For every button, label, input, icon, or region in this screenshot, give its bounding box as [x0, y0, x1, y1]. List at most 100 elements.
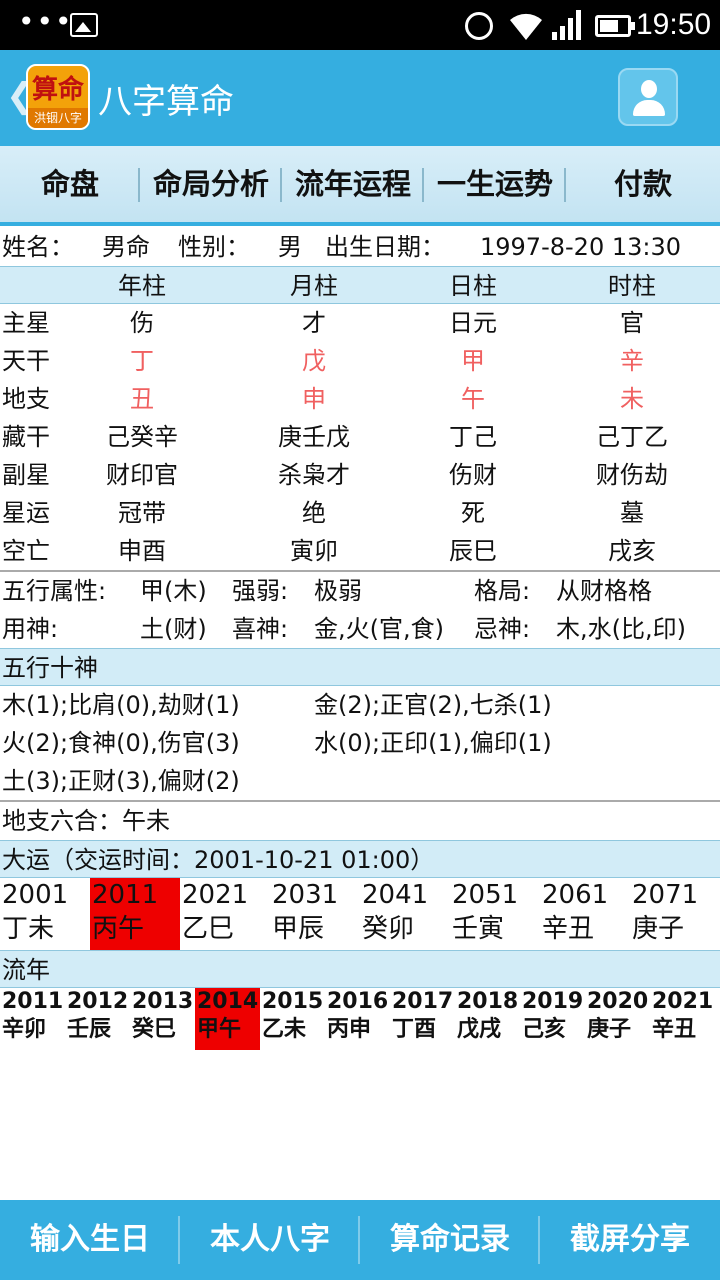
pillar-cell: 伤 [130, 309, 154, 337]
wuxing-entry: 水(0);正印(1),偏印(1) [314, 729, 552, 757]
hour-pillar-header: 时柱 [608, 272, 656, 300]
wuxing-entry: 木(1);比肩(0),劫财(1) [2, 691, 240, 719]
yongshen-value: 土(财) [140, 615, 207, 643]
dayun-year: 2001 [2, 880, 69, 910]
liunian-ganzhi: 丁酉 [392, 1017, 437, 1042]
tab-lifetime-fortune[interactable]: 一生运势 [424, 146, 566, 222]
dayun-item[interactable]: 2031 甲辰 [270, 878, 360, 950]
liunian-year: 2016 [327, 989, 389, 1014]
tab-payment[interactable]: 付款 [566, 146, 720, 222]
xishen-value: 金,火(官,食) [314, 615, 444, 643]
strength-label: 强弱: [232, 577, 289, 605]
liunian-item[interactable]: 2015 乙未 [260, 988, 325, 1050]
liunian-item[interactable]: 2019 己亥 [520, 988, 585, 1050]
pillar-row-label: 主星 [2, 309, 50, 337]
pillar-cell: 申 [302, 385, 326, 413]
pillar-cell: 日元 [449, 309, 497, 337]
pillar-cell: 财伤劫 [596, 461, 668, 489]
pillar-cell: 庚壬戊 [278, 423, 350, 451]
wuxing-entry: 土(3);正财(3),偏财(2) [2, 767, 240, 795]
liunian-ganzhi: 丙申 [327, 1017, 372, 1042]
tab-mingpan[interactable]: 命盘 [0, 146, 140, 222]
app-logo[interactable]: 算命 洪铟八字 [26, 64, 90, 130]
dayun-item[interactable]: 2001 丁未 [0, 878, 90, 950]
screenshot-share-button[interactable]: 截屏分享 [540, 1200, 720, 1280]
liunian-item[interactable]: 2011 辛卯 [0, 988, 65, 1050]
liunian-title: 流年 [0, 950, 720, 988]
pillar-cell: 午 [461, 385, 485, 413]
dayun-ganzhi: 辛丑 [542, 914, 595, 944]
liunian-year: 2017 [392, 989, 454, 1014]
history-records-button[interactable]: 算命记录 [360, 1200, 540, 1280]
pillar-cell: 丁 [130, 347, 154, 375]
liunian-item[interactable]: 2012 壬辰 [65, 988, 130, 1050]
liunian-item[interactable]: 2021 辛丑 [650, 988, 715, 1050]
pillar-row: 地支 丑 申 午 未 [0, 380, 720, 418]
dayun-title: 大运（交运时间：2001-10-21 01:00） [0, 840, 720, 878]
pillar-cell: 戌亥 [608, 537, 656, 565]
dayun-item[interactable]: 2051 壬寅 [450, 878, 540, 950]
input-birthday-button[interactable]: 输入生日 [0, 1200, 180, 1280]
liunian-item[interactable]: 2016 丙申 [325, 988, 390, 1050]
liunian-item[interactable]: 2013 癸巳 [130, 988, 195, 1050]
dayun-year: 2071 [632, 880, 699, 910]
geju-label: 格局: [474, 577, 531, 605]
dayun-year: 2041 [362, 880, 429, 910]
dayun-item[interactable]: 2021 乙巳 [180, 878, 270, 950]
name-value: 男命 [102, 233, 150, 261]
jishen-label: 忌神: [474, 615, 531, 643]
wuxing-label: 五行属性: [2, 577, 107, 605]
pillar-cell: 杀枭才 [278, 461, 350, 489]
pillar-row: 副星 财印官 杀枭才 伤财 财伤劫 [0, 456, 720, 494]
pillar-row-label: 天干 [2, 347, 50, 375]
gender-label: 性别： [178, 233, 250, 261]
my-bazi-button[interactable]: 本人八字 [180, 1200, 360, 1280]
liunian-ganzhi: 戊戌 [457, 1017, 502, 1042]
pillar-cell: 伤财 [449, 461, 497, 489]
liunian-item[interactable]: 2017 丁酉 [390, 988, 455, 1050]
pillar-row-label: 地支 [2, 385, 50, 413]
liunian-row: 2011 辛卯 2012 壬辰 2013 癸巳 2014 甲午 2015 乙未 2016 丙申 2017… [0, 988, 720, 1050]
pillar-table: 主星 伤 才 日元 官天干 丁 戊 甲 辛地支 丑 申 午 未藏干 己癸辛 庚壬戊 丁己 己丁乙 副星 财印官 杀枭才… [0, 304, 720, 570]
tab-mingju-analysis[interactable]: 命局分析 [140, 146, 282, 222]
tab-liunian-fortune[interactable]: 流年运程 [282, 146, 424, 222]
pillar-row: 星运 冠带 绝 死 墓 [0, 494, 720, 532]
dayun-item[interactable]: 2011 丙午 [90, 878, 180, 950]
pillar-cell: 丁己 [449, 423, 497, 451]
pillar-cell: 死 [461, 499, 485, 527]
jishen-value: 木,水(比,印) [556, 615, 686, 643]
user-profile-button[interactable] [618, 68, 678, 126]
alarm-icon [465, 12, 493, 40]
dayun-year: 2051 [452, 880, 519, 910]
strength-value: 极弱 [314, 577, 362, 605]
dayun-item[interactable]: 2071 庚子 [630, 878, 720, 950]
pillar-cell: 辰巳 [449, 537, 497, 565]
liunian-item[interactable]: 2018 戊戌 [455, 988, 520, 1050]
liunian-ganzhi: 辛卯 [2, 1017, 47, 1042]
wuxing-value: 甲(木) [140, 577, 207, 605]
gender-value: 男 [278, 233, 302, 261]
dayun-item[interactable]: 2041 癸卯 [360, 878, 450, 950]
dayun-ganzhi: 壬寅 [452, 914, 505, 944]
birth-label: 出生日期： [325, 233, 445, 261]
user-body-icon [633, 100, 665, 116]
pillar-cell: 未 [620, 385, 644, 413]
pillar-row: 主星 伤 才 日元 官 [0, 304, 720, 342]
dayun-item[interactable]: 2061 辛丑 [540, 878, 630, 950]
pillar-cell: 丑 [130, 385, 154, 413]
xishen-label: 喜神: [232, 615, 289, 643]
liuhe-text: 地支六合：午未 [2, 807, 170, 835]
pillar-row-label: 副星 [2, 461, 50, 489]
liunian-ganzhi: 乙未 [262, 1017, 307, 1042]
gallery-icon [70, 13, 98, 37]
attributes-row-2: 用神: 土(财) 喜神: 金,火(官,食) 忌神: 木,水(比,印) [0, 610, 720, 648]
wuxing-line: 土(3);正财(3),偏财(2) [0, 762, 720, 800]
dayun-year: 2031 [272, 880, 339, 910]
liunian-ganzhi: 壬辰 [67, 1017, 112, 1042]
wuxing-line: 火(2);食神(0),伤官(3) 水(0);正印(1),偏印(1) [0, 724, 720, 762]
pillar-row-label: 空亡 [2, 537, 50, 565]
liunian-ganzhi: 庚子 [587, 1017, 632, 1042]
birth-value: 1997-8-20 13:30 [480, 233, 681, 261]
liunian-item[interactable]: 2014 甲午 [195, 988, 260, 1050]
liunian-item[interactable]: 2020 庚子 [585, 988, 650, 1050]
